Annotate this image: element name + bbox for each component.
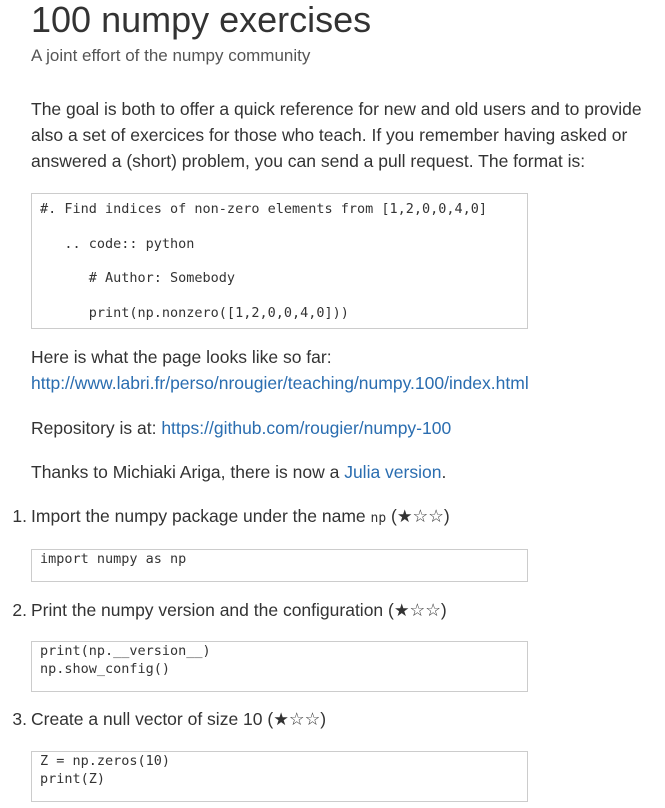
exercise-text: Import the numpy package under the name (31, 506, 371, 526)
code-line: .. code:: python (40, 235, 195, 252)
code-line: #. Find indices of non-zero elements fro… (40, 201, 488, 217)
exercise-item: 3. Create a null vector of size 10 (★☆☆) (12, 706, 327, 732)
code-line: print(np.nonzero([1,2,0,0,4,0])) (40, 304, 349, 321)
julia-version-link[interactable]: Julia version (344, 462, 441, 482)
exercise-item: 1. Import the numpy package under the nam… (12, 503, 450, 532)
thanks-end: . (441, 462, 447, 482)
page-subtitle: A joint effort of the numpy community (31, 46, 311, 65)
exercise-text: Create a null vector of size 10 (31, 709, 263, 729)
repository-text: Repository is at: (31, 418, 162, 438)
exercise-text: Print the numpy version and the configur… (31, 600, 384, 620)
exercise-rating: (★☆☆) (262, 709, 327, 729)
format-code-block: #. Find indices of non-zero elements fro… (31, 193, 528, 329)
thanks-paragraph: Thanks to Michiaki Ariga, there is now a… (31, 459, 446, 485)
repository-link[interactable]: https://github.com/rougier/numpy-100 (161, 418, 451, 438)
exercise-number: 3. (12, 709, 27, 729)
thanks-text: Thanks to Michiaki Ariga, there is now a (31, 462, 345, 482)
exercise-rating: (★☆☆) (386, 506, 450, 526)
code-line: # Author: Somebody (40, 270, 236, 286)
page-preview-link[interactable]: http://www.labri.fr/perso/nrougier/teach… (31, 373, 529, 393)
exercise-inline-code: np (370, 511, 387, 526)
exercise-number: 1. (12, 506, 27, 526)
exercise-code-block: import numpy as np (31, 549, 528, 582)
exercise-item: 2. Print the numpy version and the config… (12, 597, 447, 623)
page-preview-paragraph: Here is what the page looks like so far:… (31, 344, 529, 396)
exercise-code-block: print(np.__version__) np.show_config() (31, 641, 528, 692)
exercise-rating: (★☆☆) (383, 600, 447, 620)
repository-paragraph: Repository is at: https://github.com/rou… (31, 415, 451, 441)
page-title: 100 numpy exercises (31, 0, 372, 40)
exercise-number: 2. (12, 600, 27, 620)
intro-paragraph: The goal is both to offer a quick refere… (31, 99, 642, 171)
page-preview-text: Here is what the page looks like so far: (31, 347, 332, 367)
exercise-code-block: Z = np.zeros(10) print(Z) (31, 751, 528, 802)
